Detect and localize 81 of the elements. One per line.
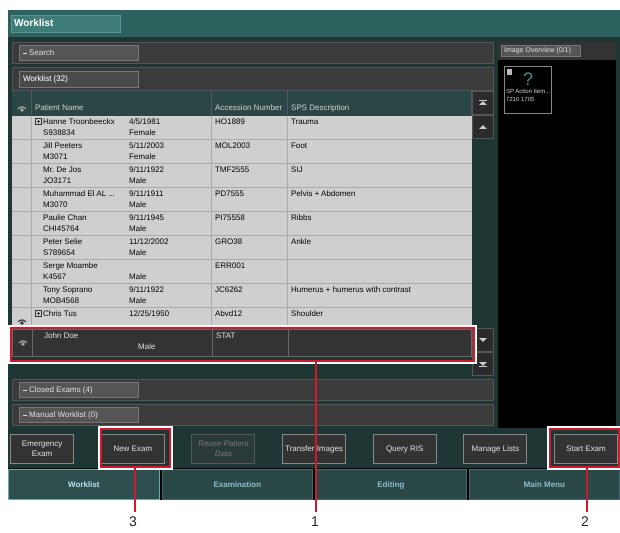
table-cell: Trauma [291, 117, 318, 126]
nav-tab[interactable]: Editing [315, 469, 466, 500]
birth-date: 4/5/1981 [129, 116, 162, 127]
selected-row[interactable]: John Doe Male STAT [12, 329, 472, 357]
table-row[interactable]: Jill Peeters M3071 5/11/2003 Female MOL2003 Foot [12, 140, 472, 164]
section-toggle[interactable]: Search [19, 45, 139, 61]
birth-date: 9/11/1911 [129, 188, 164, 199]
birth-date: 12/25/1950 [129, 308, 170, 319]
patient-sex: Female [129, 127, 157, 138]
patient-name: Chris Tus [43, 308, 77, 319]
table-row[interactable]: Peter Selie S789654 11/12/2002 Male GRO38 Ankle [12, 236, 472, 260]
table-cell: ERR001 [215, 261, 246, 270]
patient-name: Serge Moambe [43, 260, 98, 271]
callout-number: 3 [129, 513, 137, 529]
nav-tab[interactable]: Examination [162, 469, 313, 500]
callout-number: 1 [311, 513, 319, 529]
birth-date: 9/11/1945 [129, 212, 165, 223]
patient-name: John Doe [44, 330, 80, 342]
action-button[interactable]: New Exam [100, 434, 165, 464]
patient-id: M3071 [42, 151, 68, 162]
patient-name: Jill Peeters [43, 140, 82, 151]
table-cell: Pelvis + Abdomen [291, 189, 356, 198]
patient-id: CHI45764 [42, 223, 80, 234]
patient-name: Peter Selie [43, 236, 82, 247]
patient-sex: Male [138, 341, 156, 353]
patient-sex: Male [129, 199, 148, 210]
table-cell: Shoulder [291, 309, 324, 318]
action-button[interactable]: Query RIS [372, 434, 437, 464]
action-button[interactable]: Start Exam [554, 434, 618, 464]
window-title: Worklist [11, 14, 121, 32]
patient-id: S938834 [42, 127, 76, 138]
section-toggle[interactable]: Worklist (32) [19, 70, 139, 88]
patient-sex: Male [129, 175, 148, 186]
patient-id: K4567 [42, 271, 68, 282]
table-row[interactable]: Mr. De Jos JO3171 9/11/1922 Male TMF2555 SIJ [12, 164, 472, 188]
table-cell: JC6262 [215, 285, 243, 294]
patient-name: Hanne Troonbeeckx [43, 116, 115, 127]
patient-sex: Male [129, 295, 148, 306]
birth-date: 5/11/2003 [129, 140, 165, 151]
table-cell: GRO38 [215, 237, 242, 246]
callout-number: 2 [581, 513, 589, 529]
nav-tab[interactable]: Worklist [8, 469, 160, 500]
table-cell: Ankle [291, 237, 312, 246]
table-row[interactable]: Muhammad El AL ... M3070 9/11/1911 Male PD7555 Pelvis + Abdomen [12, 188, 472, 212]
table-cell: STAT [216, 331, 236, 340]
patient-name: Tony Soprano [43, 284, 92, 295]
table-cell: Abvd12 [215, 309, 242, 318]
patient-id: M3070 [42, 199, 68, 210]
birth-date: 11/12/2002 [129, 236, 170, 247]
table-cell: PD7555 [215, 189, 244, 198]
table-cell: MOL2003 [215, 141, 250, 150]
patient-id: MOB4568 [42, 295, 80, 306]
placeholder-glyph: ? [523, 71, 534, 87]
nav-tab[interactable]: Main Menu [468, 469, 620, 500]
table-cell: TMF2555 [215, 165, 250, 174]
birth-date: 9/11/1922 [129, 284, 165, 295]
section-toggle[interactable]: Closed Exams (4) [19, 382, 139, 398]
table-cell: Humerus + humerus with contrast [291, 285, 411, 294]
patient-id: JO3171 [42, 175, 72, 186]
table-cell: HO1889 [215, 117, 245, 126]
patient-sex: Male [129, 223, 148, 234]
section-toggle[interactable]: Manual Worklist (0) [19, 407, 139, 423]
action-button[interactable]: Manage Lists [463, 434, 528, 464]
patient-name: Paulie Chan [43, 212, 87, 223]
table-row[interactable]: Tony Soprano MOB4568 9/11/1922 Male JC6262 Humerus + humerus with contrast [12, 284, 472, 308]
action-button[interactable]: Transfer Images [282, 434, 346, 464]
action-button[interactable]: Emergency Exam [10, 434, 74, 464]
table-cell: SIJ [291, 165, 303, 174]
table-row[interactable]: Hanne Troonbeeckx S938834 4/5/1981 Female HO1889 Trauma [12, 116, 472, 140]
table-cell: Foot [291, 141, 308, 150]
patient-sex: Male [129, 247, 148, 258]
patient-name: Muhammad El AL ... [43, 188, 115, 199]
patient-name: Mr. De Jos [43, 164, 82, 175]
patient-id: S789654 [42, 247, 76, 258]
table-row[interactable]: Paulie Chan CHI45764 9/11/1945 Male PI75558 Ribbs [12, 212, 472, 236]
patient-sex: Male [129, 271, 148, 282]
table-cell: Ribbs [291, 213, 312, 222]
patient-sex: Female [129, 151, 157, 162]
table-row[interactable]: Serge Moambe K4567 Male ERR001 [12, 260, 472, 284]
birth-date: 9/11/1922 [129, 164, 165, 175]
table-cell: PI75558 [215, 213, 245, 222]
